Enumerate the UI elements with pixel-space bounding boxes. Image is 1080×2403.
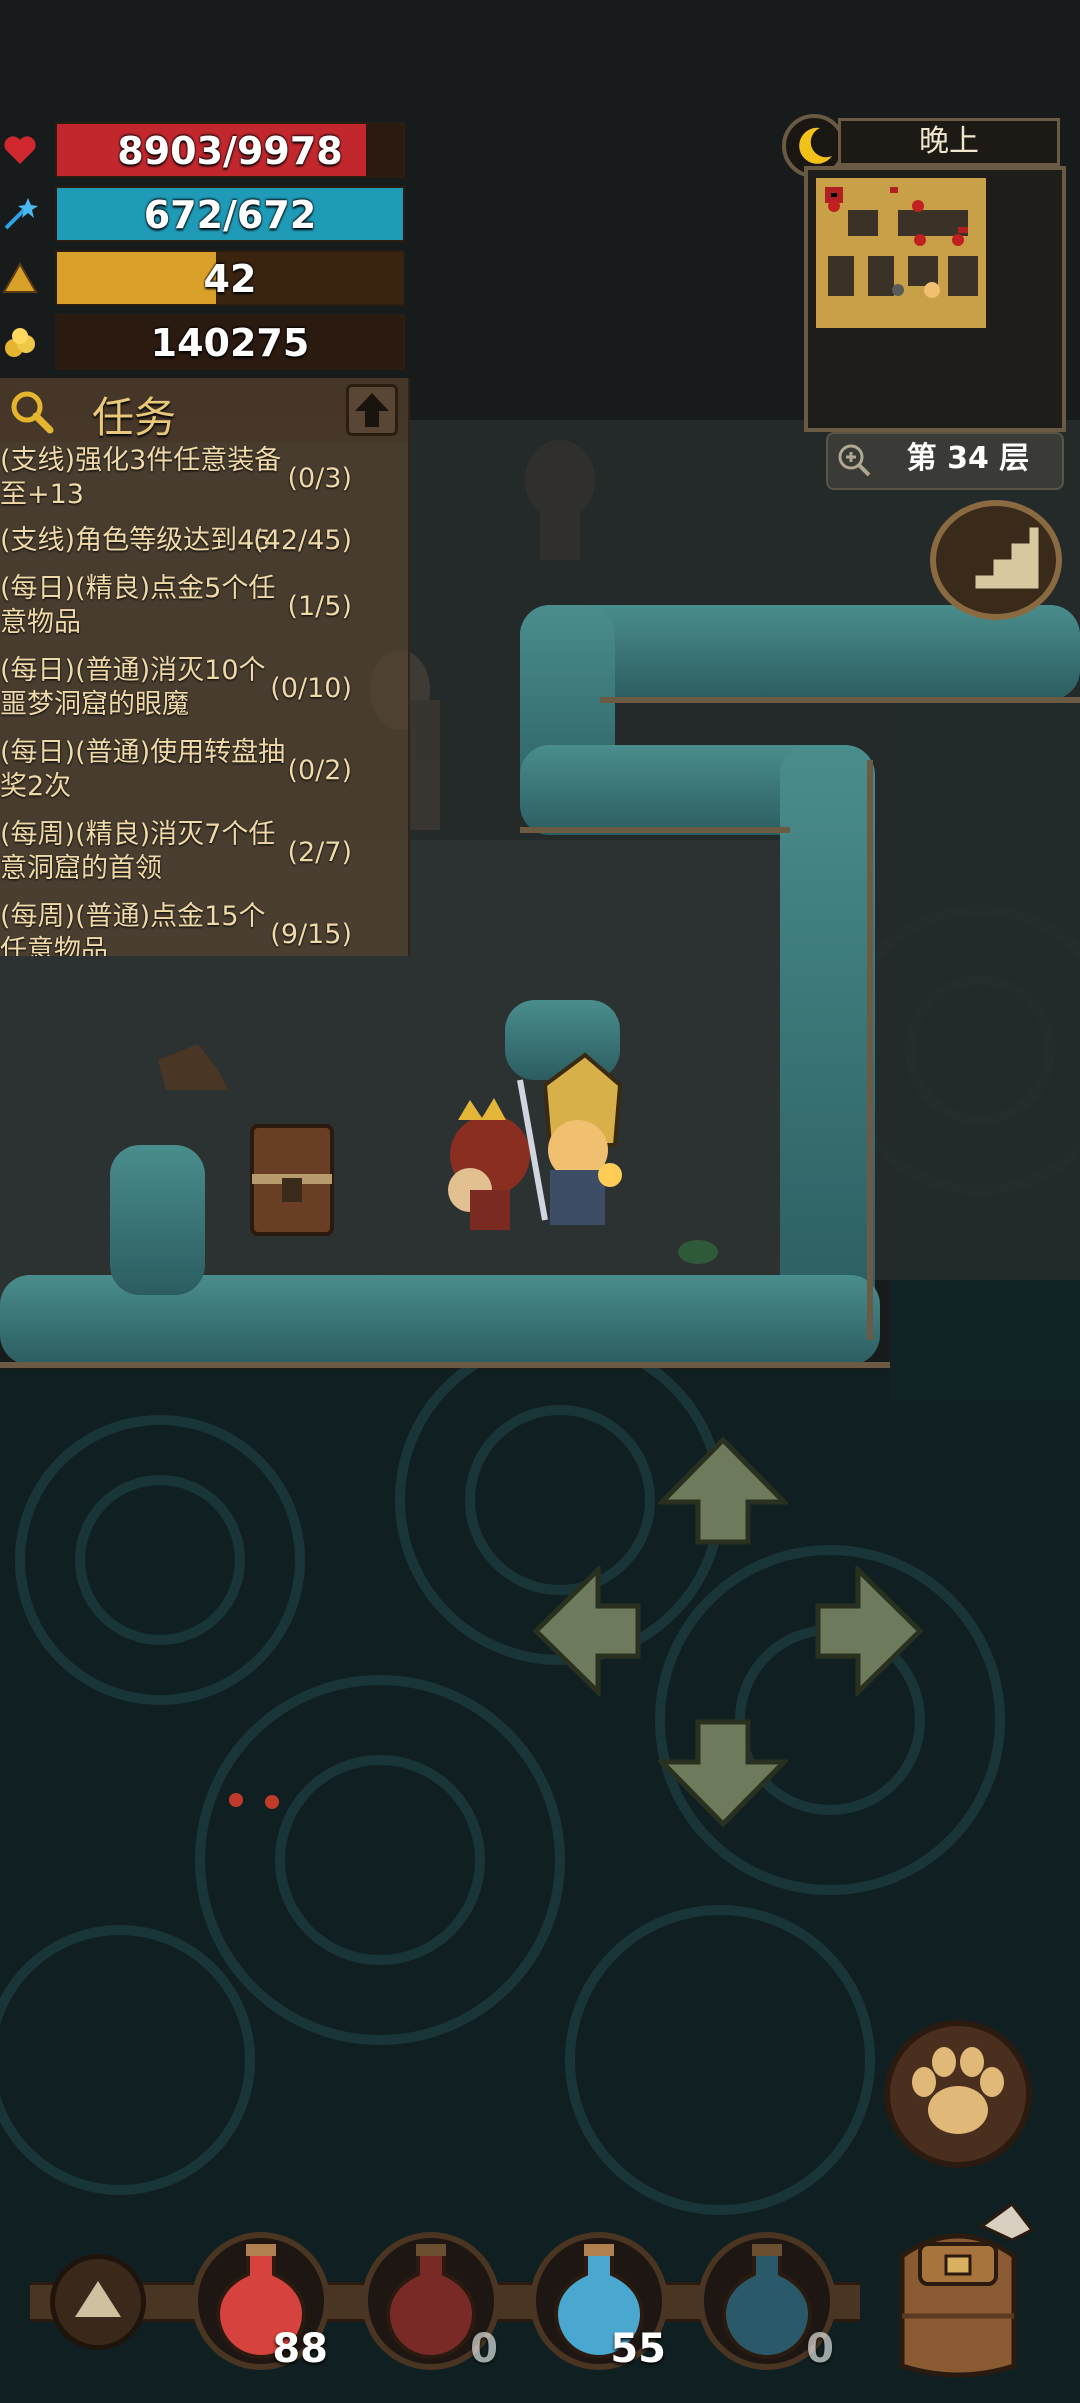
stairs-icon	[956, 524, 1042, 592]
hotbar-toggle-button[interactable]	[50, 2254, 146, 2350]
potion-count: 55	[610, 2326, 666, 2372]
potion-slot-blue[interactable]: 55	[528, 2230, 670, 2372]
time-of-day: 晚上	[782, 114, 1064, 178]
quest-text: (每日)(普通)使用转盘抽奖2次	[0, 737, 286, 802]
potion-slot-red[interactable]: 88	[190, 2230, 332, 2372]
level-bar: 42	[55, 250, 405, 306]
quest-panel: 任务 (支线)强化3件任意装备至+13 (0/3) (支线)角色等级达到45 (…	[0, 378, 410, 956]
quest-progress: (1/5)	[287, 591, 352, 622]
quest-progress: (0/2)	[287, 755, 352, 786]
floor-label: 第 34 层	[906, 441, 1030, 476]
level-text: 42	[203, 257, 257, 301]
potion-count: 0	[806, 2326, 834, 2372]
quest-progress: (42/45)	[253, 525, 352, 556]
heart-icon	[4, 136, 36, 164]
mp-text: 672/672	[143, 193, 317, 237]
search-icon[interactable]	[8, 388, 54, 434]
quest-progress: (9/15)	[270, 919, 352, 950]
dpad-right-button[interactable]	[814, 1566, 924, 1696]
potion-count: 88	[272, 2326, 328, 2372]
gold-stat: 140275	[0, 314, 410, 370]
potion-slot-dark-red[interactable]: 0	[360, 2230, 502, 2372]
backpack-icon	[899, 2201, 1035, 2378]
quest-text: (每日)(普通)消灭10个噩梦洞窟的眼魔	[0, 655, 266, 720]
quest-progress: (0/10)	[270, 673, 352, 704]
hp-text: 8903/9978	[117, 129, 343, 173]
collapse-quests-button[interactable]	[346, 384, 398, 436]
dpad-up-button[interactable]	[658, 1436, 788, 1546]
quest-title: 任务	[92, 393, 177, 442]
minimap[interactable]	[804, 166, 1066, 432]
arrow-up-icon	[355, 393, 389, 427]
pet-button[interactable]	[884, 2020, 1032, 2168]
mp-stat: 672/672	[0, 186, 410, 242]
level-stat: 42	[0, 250, 410, 306]
quest-header: 任务	[0, 378, 408, 442]
backpack-button[interactable]	[872, 2196, 1044, 2386]
gold-text: 140275	[150, 321, 310, 365]
magic-wand-icon	[4, 198, 38, 230]
triangle-level-icon	[2, 261, 38, 293]
quest-text: (支线)强化3件任意装备至+13	[0, 445, 282, 510]
quest-text: (每日)(精良)点金5个任意物品	[0, 573, 276, 638]
hp-bar: 8903/9978	[55, 122, 405, 178]
mp-bar: 672/672	[55, 186, 405, 242]
quest-progress: (0/3)	[287, 463, 352, 494]
stairs-button[interactable]	[930, 500, 1062, 620]
quest-text: (每周)(普通)点金15个任意物品	[0, 901, 266, 956]
paw-icon	[912, 2047, 1004, 2134]
dpad-down-button[interactable]	[658, 1718, 788, 1828]
potion-slot-dark-blue[interactable]: 0	[696, 2230, 838, 2372]
time-label: 晚上	[838, 118, 1060, 166]
dpad-left-button[interactable]	[532, 1566, 642, 1696]
hp-stat: 8903/9978	[0, 122, 410, 178]
gold-coins-icon	[5, 328, 35, 357]
zoom-in-icon[interactable]	[836, 442, 872, 478]
gold-bar: 140275	[55, 314, 405, 370]
triangle-up-icon	[75, 2281, 121, 2317]
quest-progress: (2/7)	[287, 837, 352, 868]
treasure-chest	[250, 1124, 334, 1236]
potion-count: 0	[470, 2326, 498, 2372]
floor-indicator[interactable]: 第 34 层	[826, 432, 1064, 490]
quest-text: (每周)(精良)消灭7个任意洞窟的首领	[0, 819, 276, 884]
